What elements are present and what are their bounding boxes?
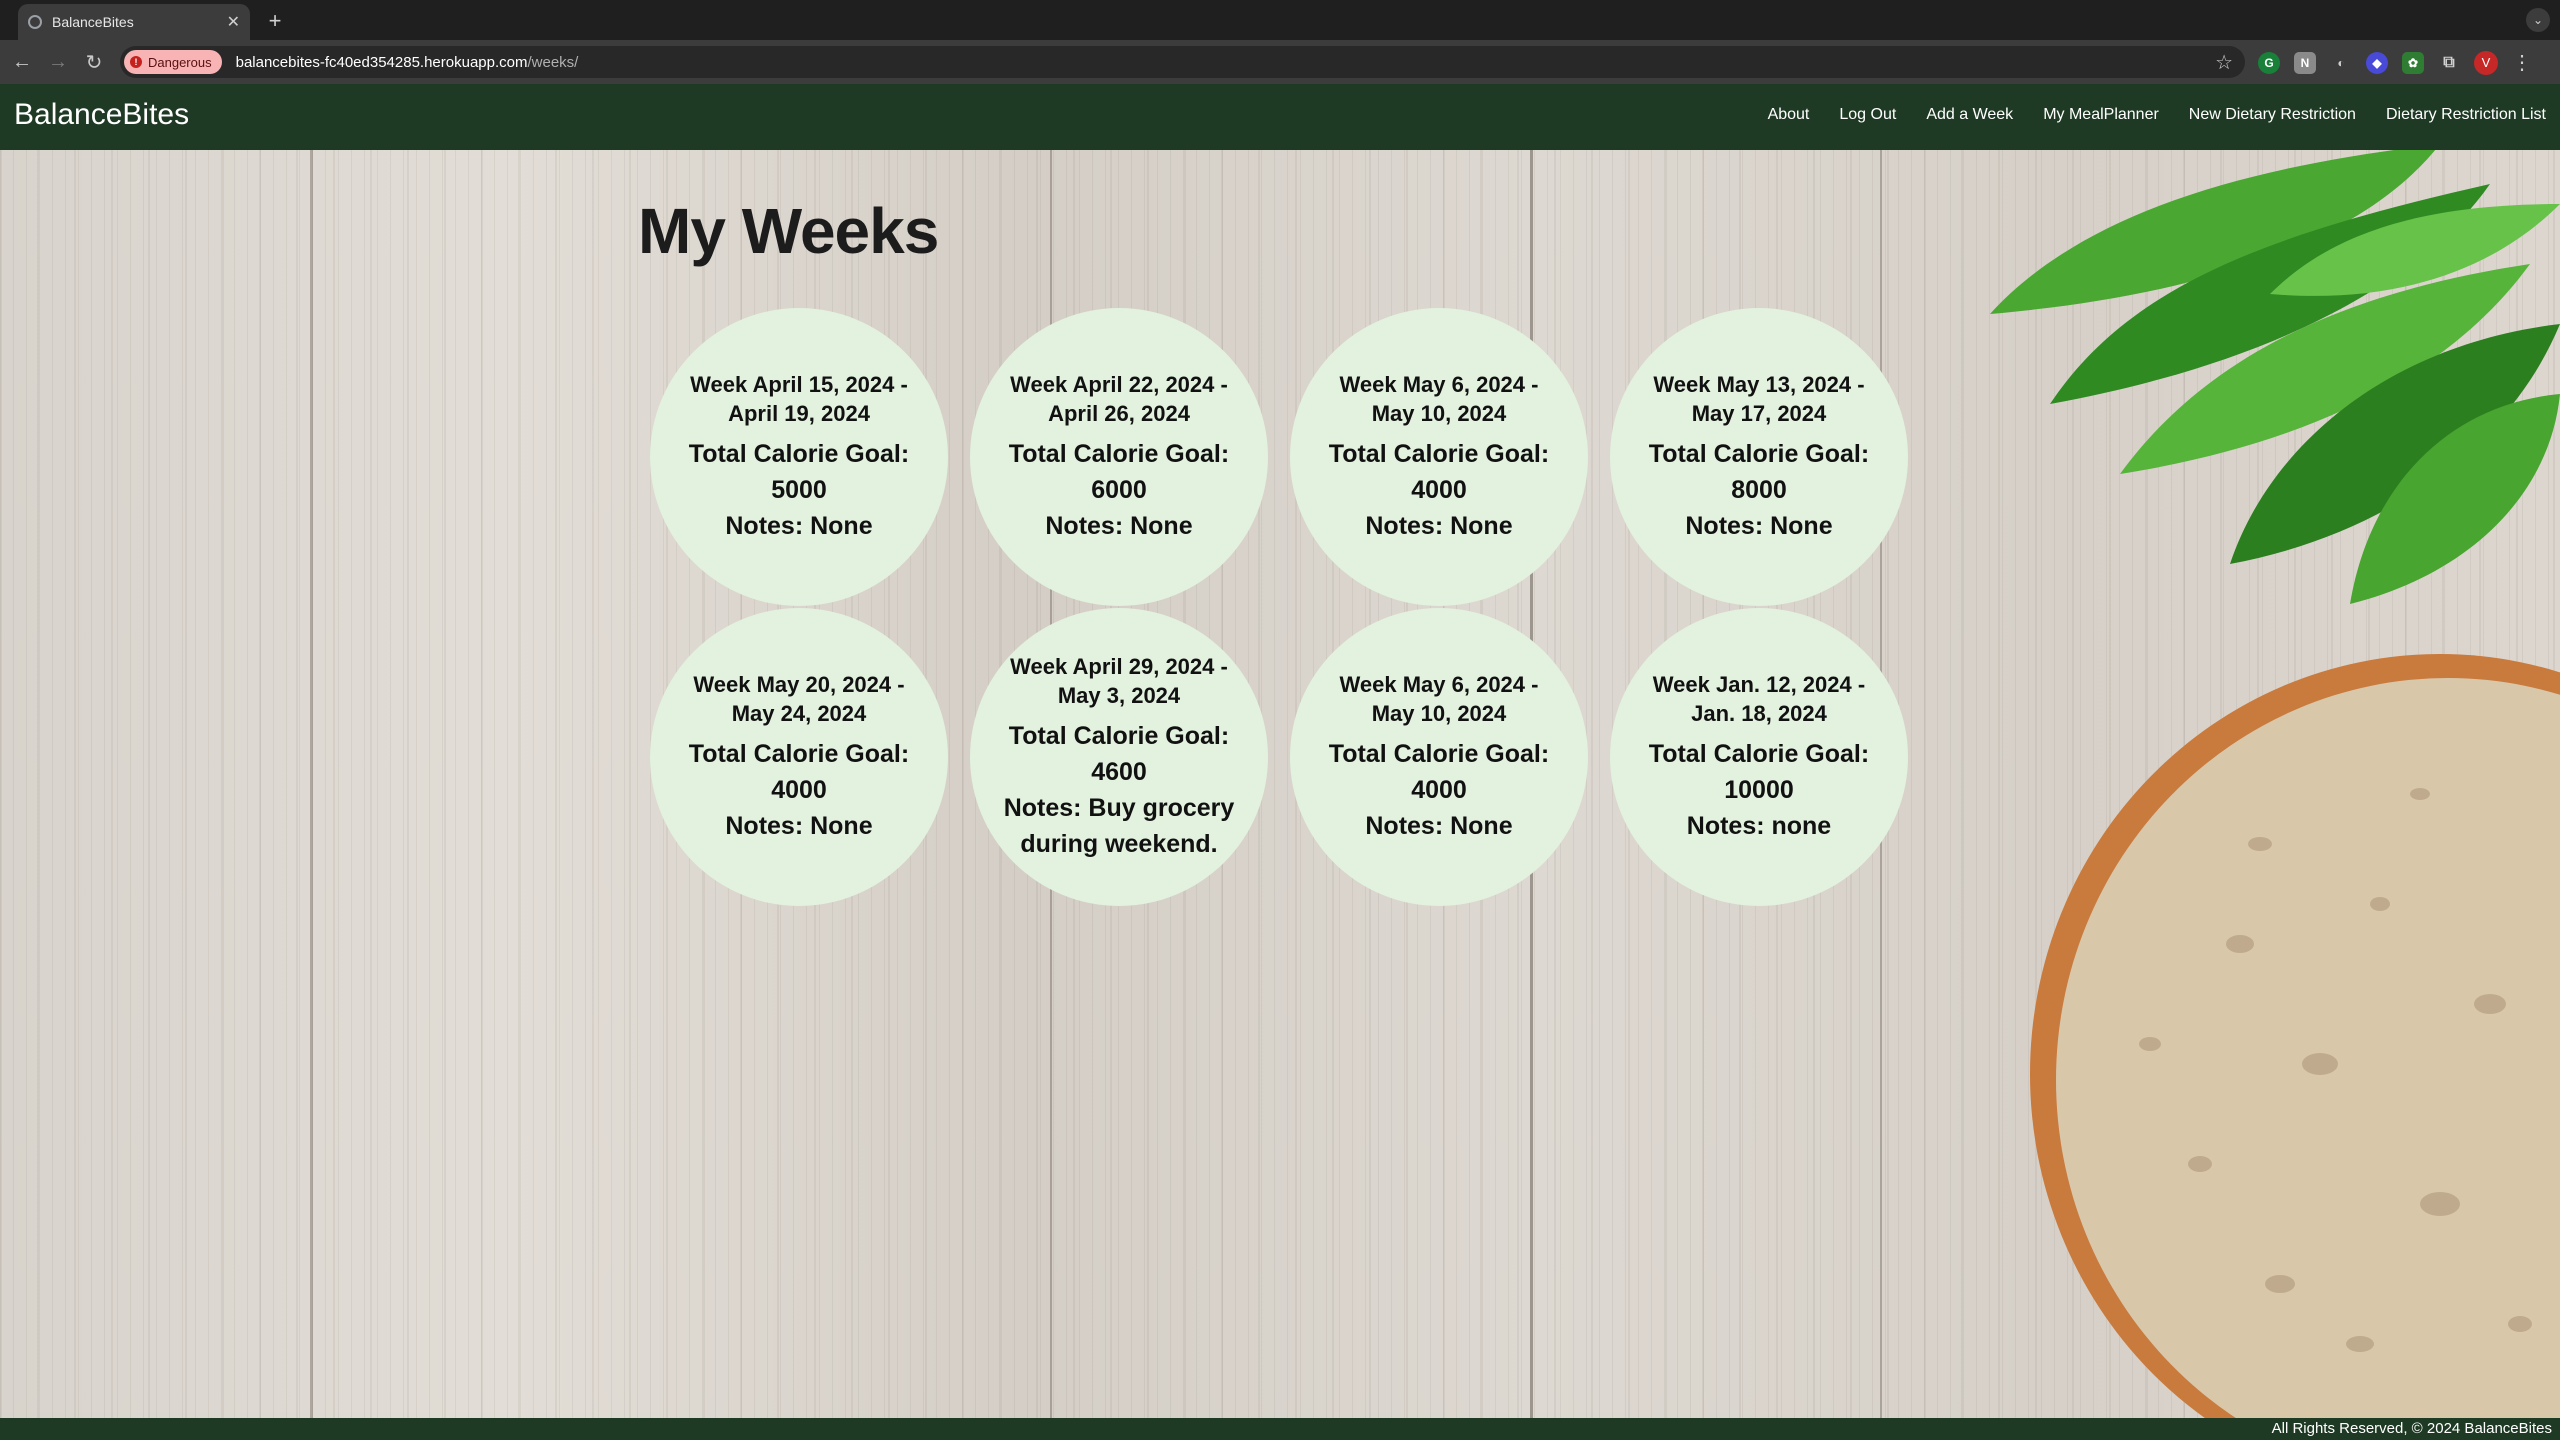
calorie-goal-value: 5000 — [771, 476, 827, 504]
back-arrow-icon[interactable]: ← — [4, 44, 40, 80]
globe-icon — [28, 15, 42, 29]
brand-logo-link[interactable]: BalanceBites — [14, 98, 189, 132]
page-viewport: BalanceBites About Log Out Add a Week My… — [0, 84, 2560, 1440]
week-notes: Notes: none — [1686, 812, 1832, 840]
calorie-goal-value: 6000 — [1091, 476, 1147, 504]
address-bar[interactable]: ! Dangerous balancebites-fc40ed354285.he… — [120, 46, 2245, 78]
security-chip-label: Dangerous — [148, 54, 212, 70]
week-card[interactable]: Week April 29, 2024 - May 3, 2024 Total … — [970, 608, 1268, 906]
week-date-range: Week May 6, 2024 - May 10, 2024 — [1339, 372, 1539, 426]
page-title: My Weeks — [638, 195, 939, 267]
week-notes: Notes: None — [1365, 812, 1513, 840]
calorie-goal-value: 4600 — [1091, 758, 1147, 786]
calorie-goal-label: Total Calorie Goal: — [688, 440, 910, 468]
week-date-range: Week April 29, 2024 - May 3, 2024 — [1010, 654, 1228, 708]
extension-icons: G N ◐ ◆ ✿ ⧉ V ⋮ — [2258, 50, 2532, 75]
browser-toolbar: ← → ↻ ! Dangerous balancebites-fc40ed354… — [0, 40, 2560, 84]
calorie-goal-value: 4000 — [1411, 776, 1467, 804]
calorie-goal-label: Total Calorie Goal: — [1648, 440, 1870, 468]
week-card[interactable]: Week April 22, 2024 - April 26, 2024 Tot… — [970, 308, 1268, 606]
notion-extension-icon[interactable]: N — [2294, 51, 2316, 74]
nav-add-week-link[interactable]: Add a Week — [1926, 106, 2013, 124]
wood-grain-line — [310, 84, 313, 1440]
week-date-range: Week Jan. 12, 2024 - Jan. 18, 2024 — [1652, 672, 1866, 726]
calorie-goal-label: Total Calorie Goal: — [1328, 740, 1550, 768]
site-navbar: BalanceBites About Log Out Add a Week My… — [0, 84, 2560, 150]
nav-about-link[interactable]: About — [1768, 106, 1810, 124]
forward-arrow-icon[interactable]: → — [40, 44, 76, 80]
nav-new-dietary-restriction-link[interactable]: New Dietary Restriction — [2189, 106, 2356, 124]
week-notes: Notes: None — [725, 512, 873, 540]
url-path: /weeks/ — [527, 53, 579, 71]
calorie-goal-value: 8000 — [1731, 476, 1787, 504]
week-notes: Notes: None — [1685, 512, 1833, 540]
week-date-range: Week April 22, 2024 - April 26, 2024 — [1010, 372, 1228, 426]
week-date-range: Week April 15, 2024 - April 19, 2024 — [690, 372, 908, 426]
calorie-goal-value: 4000 — [1411, 476, 1467, 504]
week-notes: Notes: None — [1365, 512, 1513, 540]
shield-extension-icon[interactable]: ◆ — [2366, 51, 2388, 74]
nav-links: About Log Out Add a Week My MealPlanner … — [1768, 106, 2546, 124]
week-notes: Notes: Buy grocery during weekend. — [1003, 794, 1235, 858]
calorie-goal-label: Total Calorie Goal: — [1008, 722, 1230, 750]
calorie-goal-value: 10000 — [1724, 776, 1794, 804]
week-notes: Notes: None — [725, 812, 873, 840]
site-footer: All Rights Reserved, © 2024 BalanceBites — [0, 1418, 2560, 1440]
week-card[interactable]: Week May 20, 2024 - May 24, 2024 Total C… — [650, 608, 948, 906]
basil-leaves-image — [1990, 144, 2560, 604]
tab-search-button[interactable]: ⌄ — [2526, 8, 2550, 32]
close-tab-icon[interactable]: ✕ — [227, 12, 240, 32]
url-host: balancebites-fc40ed354285.herokuapp.com — [235, 53, 528, 71]
calorie-goal-value: 4000 — [771, 776, 827, 804]
extension-icon[interactable]: ◐ — [2330, 52, 2352, 74]
new-tab-button[interactable]: + — [262, 8, 288, 34]
bread-slice-image — [2030, 654, 2560, 1440]
week-card[interactable]: Week May 13, 2024 - May 17, 2024 Total C… — [1610, 308, 1908, 606]
browser-menu-icon[interactable]: ⋮ — [2512, 50, 2532, 75]
warning-icon: ! — [130, 56, 142, 68]
tab-title: BalanceBites — [52, 14, 134, 30]
week-card[interactable]: Week May 6, 2024 - May 10, 2024 Total Ca… — [1290, 608, 1588, 906]
profile-avatar[interactable]: V — [2474, 50, 2498, 75]
nav-dietary-restriction-list-link[interactable]: Dietary Restriction List — [2386, 106, 2546, 124]
security-warning-chip[interactable]: ! Dangerous — [124, 50, 222, 74]
week-date-range: Week May 6, 2024 - May 10, 2024 — [1339, 672, 1539, 726]
week-date-range: Week May 13, 2024 - May 17, 2024 — [1653, 372, 1865, 426]
week-notes: Notes: None — [1045, 512, 1193, 540]
browser-tab[interactable]: BalanceBites ✕ — [18, 4, 250, 40]
calorie-goal-label: Total Calorie Goal: — [1328, 440, 1550, 468]
calorie-goal-label: Total Calorie Goal: — [688, 740, 910, 768]
browser-tabstrip: BalanceBites ✕ + ⌄ — [0, 0, 2560, 40]
week-card[interactable]: Week April 15, 2024 - April 19, 2024 Tot… — [650, 308, 948, 606]
puzzle-extensions-icon[interactable]: ⧉ — [2438, 52, 2460, 74]
grammarly-extension-icon[interactable]: G — [2258, 51, 2280, 74]
bookmark-star-icon[interactable]: ☆ — [2215, 50, 2233, 75]
week-date-range: Week May 20, 2024 - May 24, 2024 — [693, 672, 905, 726]
week-card[interactable]: Week Jan. 12, 2024 - Jan. 18, 2024 Total… — [1610, 608, 1908, 906]
calorie-goal-label: Total Calorie Goal: — [1008, 440, 1230, 468]
nav-logout-link[interactable]: Log Out — [1839, 106, 1896, 124]
url-text[interactable]: balancebites-fc40ed354285.herokuapp.com/… — [236, 54, 579, 71]
leaf-extension-icon[interactable]: ✿ — [2402, 51, 2424, 74]
weeks-grid: Week April 15, 2024 - April 19, 2024 Tot… — [650, 308, 1908, 906]
nav-mealplanner-link[interactable]: My MealPlanner — [2043, 106, 2159, 124]
reload-icon[interactable]: ↻ — [76, 44, 112, 80]
week-card[interactable]: Week May 6, 2024 - May 10, 2024 Total Ca… — [1290, 308, 1588, 606]
calorie-goal-label: Total Calorie Goal: — [1648, 740, 1870, 768]
